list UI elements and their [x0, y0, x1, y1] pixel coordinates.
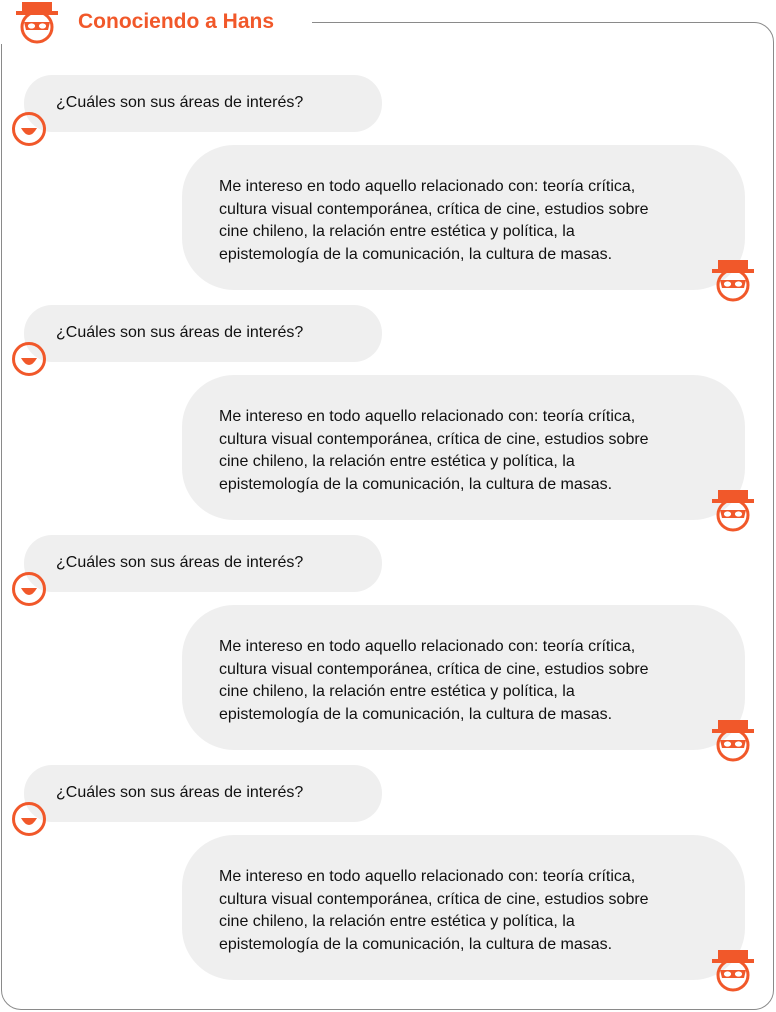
answer-bubble: Me intereso en todo aquello relacionado …: [182, 605, 745, 750]
hans-masked-hat-icon: [711, 260, 755, 307]
hans-masked-hat-icon: [711, 950, 755, 997]
answer-bubble: Me intereso en todo aquello relacionado …: [182, 835, 745, 980]
hans-masked-hat-icon: [15, 2, 59, 49]
smiling-face-icon: [11, 802, 47, 841]
smiling-face-icon: [11, 342, 47, 381]
question-bubble: ¿Cuáles son sus áreas de interés?: [24, 75, 382, 132]
answer-bubble: Me intereso en todo aquello relacionado …: [182, 145, 745, 290]
answer-bubble: Me intereso en todo aquello relacionado …: [182, 375, 745, 520]
question-bubble: ¿Cuáles son sus áreas de interés?: [24, 535, 382, 592]
question-bubble: ¿Cuáles son sus áreas de interés?: [24, 765, 382, 822]
hans-masked-hat-icon: [711, 490, 755, 537]
header: Conociendo a Hans: [0, 0, 312, 44]
question-bubble: ¿Cuáles son sus áreas de interés?: [24, 305, 382, 362]
smiling-face-icon: [11, 572, 47, 611]
hans-masked-hat-icon: [711, 720, 755, 767]
smiling-face-icon: [11, 112, 47, 151]
page-title: Conociendo a Hans: [78, 10, 275, 33]
